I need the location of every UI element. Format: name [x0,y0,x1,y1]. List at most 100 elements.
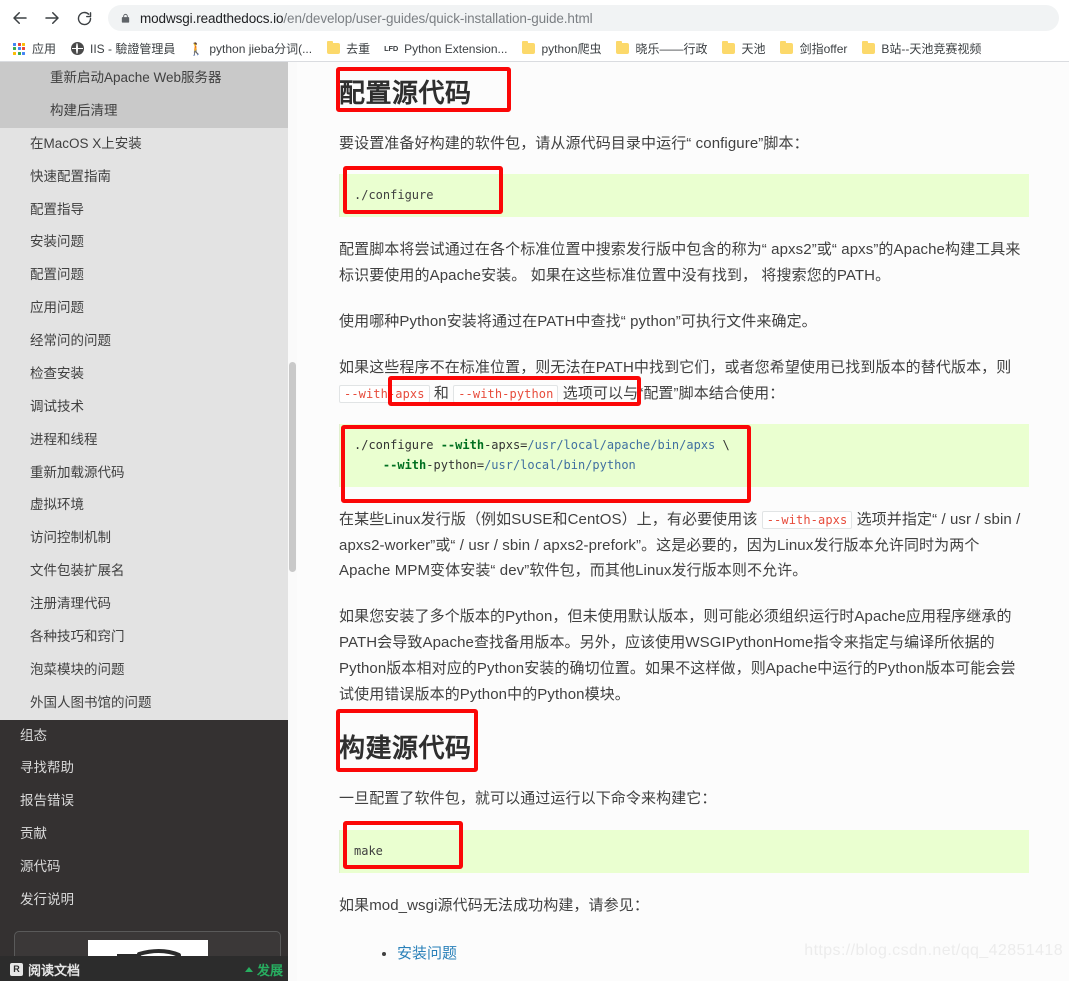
inline-code-with-apxs: --with-apxs [339,384,430,403]
sidebar-item-release-notes[interactable]: 发行说明 [0,884,297,917]
runner-icon: 🚶 [188,41,204,56]
bookmark-label: B站--天池竞赛视频 [881,42,982,56]
url-domain: modwsgi.readthedocs.io [140,10,284,26]
apps-grid-icon [12,42,26,56]
sidebar-item-virtual-env[interactable]: 虚拟环境 [0,489,297,522]
inline-code-with-python: --with-python [453,384,559,403]
code-block-configure: ./configure [339,174,1029,218]
bookmark-python-extension[interactable]: LFD Python Extension... [378,38,513,59]
link-install-issues[interactable]: 安装问题 [397,945,457,962]
bookmark-label: python jieba分词(... [209,42,313,56]
readthedocs-brand-label: 阅读文档 [28,962,81,978]
para-text-a: 如果这些程序不在标准位置，则无法在PATH中找到它们，或者您希望使用已找到版本的… [339,358,1012,376]
paragraph-build-intro: 一旦配置了软件包，就可以通过运行以下命令来构建它： [339,789,717,807]
sidebar-dark-section: 组态 寻找帮助 报告错误 贡献 源代码 发行说明 [0,719,297,981]
sidebar-item-install-issues[interactable]: 安装问题 [0,226,297,259]
browser-toolbar: modwsgi.readthedocs.io/en/develop/user-g… [0,0,1069,36]
browser-chrome: modwsgi.readthedocs.io/en/develop/user-g… [0,0,1069,62]
code-path-2: /usr/local/bin/python [484,457,636,472]
sidebar-item-pickle-module-issues[interactable]: 泡菜模块的问题 [0,654,297,687]
bookmark-folder-tianchi[interactable]: 天池 [716,38,772,59]
globe-icon [70,42,84,56]
sidebar-item-register-cleanup[interactable]: 注册清理代码 [0,588,297,621]
code-text: make [354,843,383,858]
paragraph-linux-distros: 在某些Linux发行版（例如SUSE和CentOS）上，有必要使用该 --wit… [339,507,1029,584]
code-keyword: --with [440,438,485,453]
paragraph-configure-intro: 要设置准备好构建的软件包，请从源代码目录中运行“ configure”脚本： [339,134,809,152]
code-continuation: \ [715,438,730,453]
sidebar-item-foreign-library-issues[interactable]: 外国人图书馆的问题 [0,687,297,720]
folder-icon [780,40,794,56]
folder-icon [722,40,736,56]
folder-icon [326,40,340,56]
page-heading-configure-source: 配置源代码 [339,79,472,109]
sidebar-scrollbar[interactable] [288,62,297,981]
address-bar[interactable]: modwsgi.readthedocs.io/en/develop/user-g… [108,5,1059,31]
bookmark-iis[interactable]: IIS - 驗證管理員 [64,38,181,59]
sidebar-item-source-code[interactable]: 源代码 [0,851,297,884]
url-text: modwsgi.readthedocs.io/en/develop/user-g… [140,11,593,26]
bookmark-apps[interactable]: 应用 [6,38,62,59]
sidebar-item-quick-config-guide[interactable]: 快速配置指南 [0,161,297,194]
sidebar-item-faq[interactable]: 经常问的问题 [0,325,297,358]
sidebar-scrollbar-thumb[interactable] [289,362,296,572]
bookmark-folder-jianzhi-offer[interactable]: 剑指offer [774,38,854,59]
bookmark-folder-python-spider[interactable]: python爬虫 [516,38,608,59]
forward-button[interactable] [38,4,66,32]
bookmark-python-jieba[interactable]: 🚶 python jieba分词(... [183,38,318,59]
readthedocs-logo-icon: R [10,962,23,976]
sidebar-item-debug-techniques[interactable]: 调试技术 [0,391,297,424]
bookmark-label: 晓乐——行政 [635,42,708,56]
url-path: /en/develop/user-guides/quick-installati… [283,10,593,26]
sidebar-item-access-control[interactable]: 访问控制机制 [0,522,297,555]
sidebar-main-list: 在MacOS X上安装 快速配置指南 配置指导 安装问题 配置问题 应用问题 经… [0,128,297,720]
sidebar-item-find-help[interactable]: 寻找帮助 [0,752,297,785]
reload-icon [77,11,91,25]
watermark: https://blog.csdn.net/qq_42851418 [804,942,1063,959]
sidebar-item-config-issues[interactable]: 配置问题 [0,259,297,292]
code-path: /usr/local/apache/bin/apxs [527,438,716,453]
page-body: 重新启动Apache Web服务器 构建后清理 在MacOS X上安装 快速配置… [0,62,1069,981]
sidebar-item-file-wrapper-ext[interactable]: 文件包装扩展名 [0,555,297,588]
chevron-up-icon [244,966,253,972]
page-heading-build-source: 构建源代码 [339,734,472,765]
bookmark-label: Python Extension... [404,41,508,56]
sidebar-item-application-issues[interactable]: 应用问题 [0,292,297,325]
bookmark-folder-xiaole[interactable]: 晓乐——行政 [610,38,714,59]
code-option-mid: -apxs= [484,438,528,453]
version-label: 发展 [256,962,283,978]
sidebar-item-check-install[interactable]: 检查安装 [0,358,297,391]
sidebar-item-contribute[interactable]: 贡献 [0,818,297,851]
para-text-c: 选项可以与“配置”脚本结合使用： [558,384,785,402]
readthedocs-brand[interactable]: R 阅读文档 [10,960,80,979]
sidebar-item-reload-source[interactable]: 重新加载源代码 [0,457,297,490]
para-text-b: 和 [429,384,454,402]
sidebar-item-processes-threads[interactable]: 进程和线程 [0,424,297,457]
code-block-make: make [339,829,1029,873]
sidebar-footer: R 阅读文档 发展 [0,956,297,981]
paragraph-with-options: 如果这些程序不在标准位置，则无法在PATH中找到它们，或者您希望使用已找到版本的… [339,355,1029,407]
sidebar-sub-list: 重新启动Apache Web服务器 构建后清理 [0,62,297,128]
bookmark-folder-dedupe[interactable]: 去重 [320,38,376,59]
code-block-configure-with-options: ./configure --with-apxs=/usr/local/apach… [339,424,1029,487]
sidebar-item-configuration[interactable]: 组态 [0,720,297,753]
sidebar-item-tips-tricks[interactable]: 各种技巧和窍门 [0,621,297,654]
sidebar-navigation: 重新启动Apache Web服务器 构建后清理 在MacOS X上安装 快速配置… [0,62,297,981]
folder-icon [522,40,536,56]
version-selector[interactable]: 发展 [244,960,283,979]
reload-button[interactable] [70,4,98,32]
sidebar-item-report-bug[interactable]: 报告错误 [0,785,297,818]
back-button[interactable] [6,4,34,32]
lfd-icon: LFD [384,44,399,53]
bookmark-label: 天池 [741,42,766,56]
sidebar-item-restart-apache[interactable]: 重新启动Apache Web服务器 [0,62,297,95]
sidebar-dark-list: 组态 寻找帮助 报告错误 贡献 源代码 发行说明 [0,720,297,917]
bookmark-label: 剑指offer [799,42,848,56]
sidebar-item-macos-install[interactable]: 在MacOS X上安装 [0,128,297,161]
bookmarks-bar: 应用 IIS - 驗證管理員 🚶 python jieba分词(... 去重 L… [0,36,1069,61]
bookmark-folder-bilibili[interactable]: B站--天池竞赛视频 [855,38,987,59]
sidebar-item-config-guide[interactable]: 配置指导 [0,194,297,227]
folder-icon [861,40,875,56]
arrow-right-icon [45,12,59,24]
sidebar-item-post-build-cleanup[interactable]: 构建后清理 [0,94,297,128]
